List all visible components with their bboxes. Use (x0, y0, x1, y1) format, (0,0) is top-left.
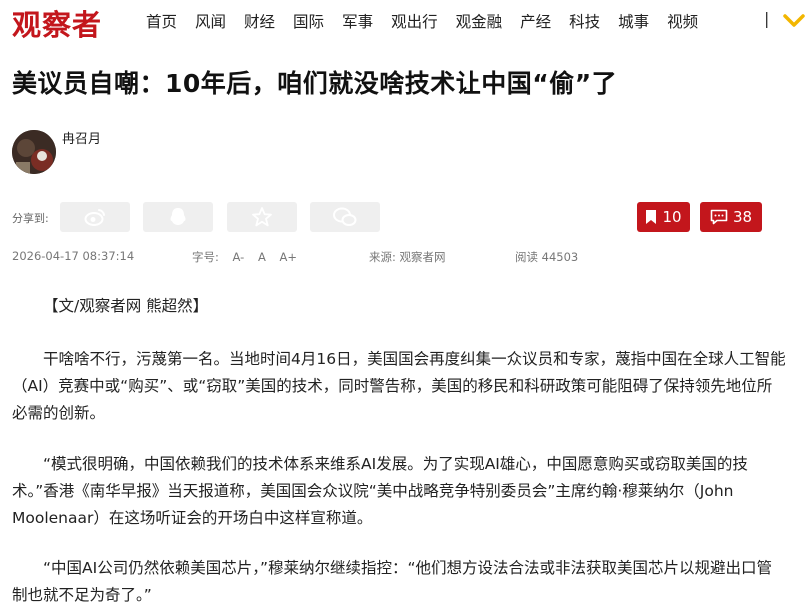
bookmark-count: 10 (662, 208, 682, 226)
article-paragraph: 干啥啥不行，污蔑第一名。当地时间4月16日，美国国会再度纠集一众议员和专家，蔑指… (12, 350, 786, 422)
qq-icon (170, 208, 186, 225)
nav-separator: | (764, 9, 770, 28)
share-label: 分享到: (12, 212, 49, 225)
nav-item-home[interactable]: 首页 (146, 10, 177, 32)
chevron-down-icon[interactable] (783, 12, 805, 30)
article-source: 来源: 观察者网 (369, 250, 446, 264)
article-paragraph: “中国AI公司仍然依赖美国芯片，”穆莱纳尔继续指控：“他们想方设法合法或非法获取… (12, 559, 773, 604)
article-paragraph: 【文/观察者网 熊超然】 (43, 297, 209, 315)
nav-item-international[interactable]: 国际 (293, 10, 324, 32)
share-qq-button[interactable] (143, 202, 213, 232)
font-size-normal-button[interactable]: A (258, 250, 266, 264)
nav-item-travel[interactable]: 观出行 (391, 10, 438, 32)
nav-item-guan-finance[interactable]: 观金融 (456, 10, 503, 32)
read-count: 阅读 44503 (515, 250, 579, 264)
font-size-increase-button[interactable]: A+ (279, 250, 297, 264)
publish-date: 2026-04-17 08:37:14 (12, 249, 135, 263)
nav-item-fengwen[interactable]: 风闻 (195, 10, 226, 32)
nav-item-video[interactable]: 视频 (667, 10, 698, 32)
share-wechat-button[interactable] (310, 202, 380, 232)
font-size-control: 字号: A- A A+ (192, 249, 297, 265)
top-navigation-bar: 观察者 首页 风闻 财经 国际 军事 观出行 观金融 产经 科技 城事 视频 | (0, 0, 805, 42)
share-qzone-button[interactable] (227, 202, 297, 232)
comment-count: 38 (732, 208, 753, 226)
nav-item-tech[interactable]: 科技 (569, 10, 600, 32)
bookmark-icon (646, 210, 657, 224)
site-logo[interactable]: 观察者 (12, 2, 102, 44)
author-name[interactable]: 冉召月 (62, 128, 101, 147)
weibo-icon (84, 209, 105, 226)
nav-item-military[interactable]: 军事 (342, 10, 373, 32)
share-weibo-button[interactable] (60, 202, 130, 232)
main-nav: 首页 风闻 财经 国际 军事 观出行 观金融 产经 科技 城事 视频 (146, 10, 716, 32)
comment-button[interactable]: 38 (700, 202, 762, 232)
font-size-label: 字号: (192, 250, 219, 264)
nav-item-finance[interactable]: 财经 (244, 10, 275, 32)
nav-item-industry[interactable]: 产经 (520, 10, 551, 32)
font-size-decrease-button[interactable]: A- (233, 250, 245, 264)
wechat-icon (333, 207, 357, 226)
article-paragraph: “模式很明确，中国依赖我们的技术体系来维系AI发展。为了实现AI雄心，中国愿意购… (12, 455, 748, 527)
comment-icon (710, 209, 728, 225)
author-avatar[interactable] (12, 130, 56, 174)
article-title: 美议员自嘲：10年后，咱们就没啥技术让中国“偷”了 (12, 69, 618, 98)
bookmark-button[interactable]: 10 (637, 202, 690, 232)
qzone-icon (252, 207, 272, 227)
nav-item-city[interactable]: 城事 (618, 10, 649, 32)
